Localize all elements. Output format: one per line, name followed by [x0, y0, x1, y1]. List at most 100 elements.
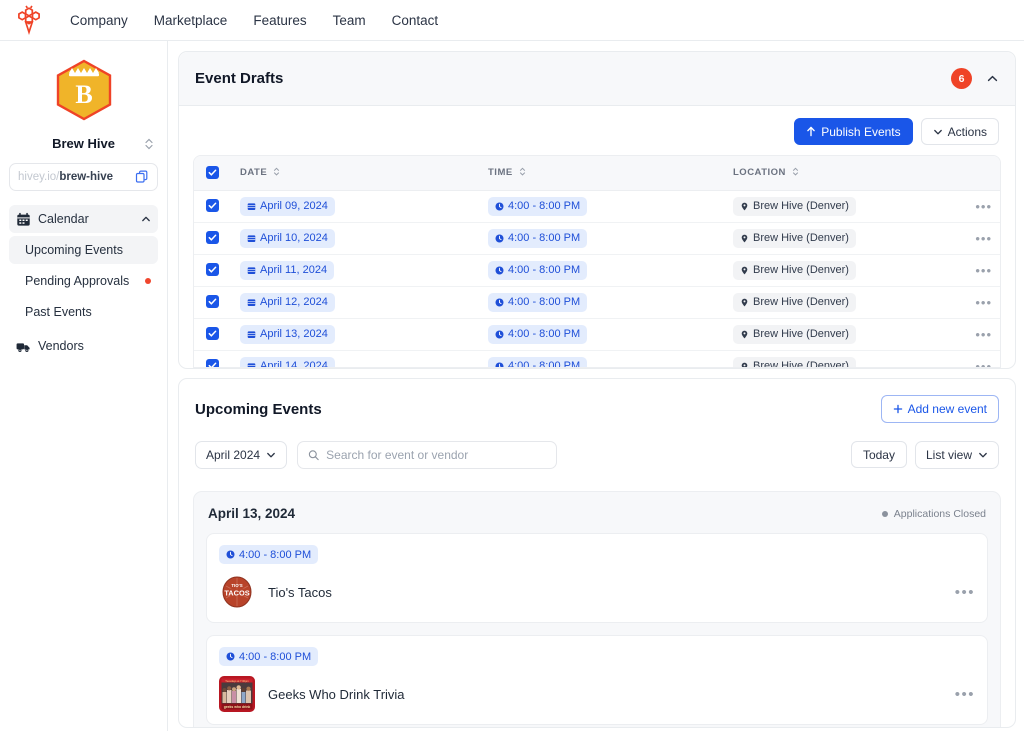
sidebar-item-vendors[interactable]: Vendors	[9, 332, 158, 360]
table-row[interactable]: April 10, 2024 4:00 - 8:00 PM Brew Hive (D…	[194, 222, 1000, 255]
search-icon	[308, 450, 319, 461]
calendar-icon	[247, 266, 256, 274]
nav-link-marketplace[interactable]: Marketplace	[154, 13, 228, 28]
table-row[interactable]: April 14, 2024 4:00 - 8:00 PM Brew Hive (D…	[194, 350, 1000, 367]
row-checkbox[interactable]	[206, 199, 219, 212]
column-header-time-label: TIME	[488, 167, 513, 179]
org-url-field[interactable]: hivey.io/ brew-hive	[9, 163, 158, 191]
sidebar: B Brew Hive hivey.io/ brew-hive Calendar…	[0, 41, 168, 731]
row-checkbox[interactable]	[206, 263, 219, 276]
date-chip[interactable]: April 09, 2024	[240, 196, 335, 216]
row-date-cell: April 14, 2024	[232, 350, 480, 367]
column-header-time[interactable]: TIME	[480, 156, 725, 191]
publish-events-button[interactable]: Publish Events	[794, 118, 913, 145]
row-checkbox[interactable]	[206, 359, 219, 367]
search-input[interactable]	[326, 448, 547, 462]
row-menu-button[interactable]: •••	[956, 350, 1000, 367]
row-menu-button[interactable]: •••	[956, 318, 1000, 351]
table-row[interactable]: April 09, 2024 4:00 - 8:00 PM Brew Hive (D…	[194, 190, 1000, 223]
location-chip[interactable]: Brew Hive (Denver)	[733, 356, 856, 367]
upload-arrow-icon	[807, 126, 816, 137]
column-header-date[interactable]: DATE	[232, 156, 480, 191]
clock-icon	[226, 652, 235, 661]
today-button[interactable]: Today	[850, 441, 907, 468]
day-group-header: April 13, 2024 Applications Closed	[194, 492, 1000, 521]
date-chip[interactable]: April 12, 2024	[240, 292, 335, 312]
actions-button[interactable]: Actions	[920, 118, 999, 145]
location-chip[interactable]: Brew Hive (Denver)	[733, 292, 856, 312]
sidebar-item-upcoming-events[interactable]: Upcoming Events	[9, 236, 158, 264]
svg-text:B: B	[75, 80, 92, 109]
chevron-up-icon[interactable]	[141, 214, 151, 224]
location-chip[interactable]: Brew Hive (Denver)	[733, 196, 856, 216]
column-header-location[interactable]: LOCATION	[725, 156, 956, 191]
location-chip[interactable]: Brew Hive (Denver)	[733, 324, 856, 344]
date-chip[interactable]: April 11, 2024	[240, 260, 335, 280]
event-drafts-title: Event Drafts	[195, 70, 284, 87]
date-chip[interactable]: April 10, 2024	[240, 228, 335, 248]
time-chip[interactable]: 4:00 - 8:00 PM	[488, 292, 588, 312]
org-switcher[interactable]: Brew Hive	[9, 136, 158, 151]
table-body: April 09, 2024 4:00 - 8:00 PM Brew Hive (D…	[194, 190, 1000, 367]
row-checkbox-cell	[194, 350, 232, 367]
truck-icon	[16, 342, 30, 352]
event-time-chip: 4:00 - 8:00 PM	[219, 545, 319, 564]
chevron-down-icon	[267, 452, 275, 458]
nav-link-company[interactable]: Company	[70, 13, 128, 28]
event-list-item[interactable]: 4:00 - 8:00 PM Tuesdays at 7:00pm geeks …	[206, 635, 988, 725]
nav-link-contact[interactable]: Contact	[392, 13, 439, 28]
row-menu-button[interactable]: •••	[956, 254, 1000, 287]
row-checkbox[interactable]	[206, 327, 219, 340]
time-chip[interactable]: 4:00 - 8:00 PM	[488, 356, 588, 367]
row-menu-button[interactable]: •••	[956, 286, 1000, 319]
event-name: Tio's Tacos	[268, 584, 332, 600]
map-pin-icon	[741, 202, 748, 210]
event-drafts-table-wrapper[interactable]: DATE TIME LOCATION April 09, 2024 4:00 -…	[193, 155, 1001, 368]
event-main-row: Tuesdays at 7:00pm geeks who drink Geeks…	[219, 676, 975, 712]
sidebar-item-past-events[interactable]: Past Events	[9, 298, 158, 326]
table-row[interactable]: April 11, 2024 4:00 - 8:00 PM Brew Hive (D…	[194, 254, 1000, 287]
time-chip[interactable]: 4:00 - 8:00 PM	[488, 196, 588, 216]
sort-icon	[519, 167, 525, 176]
actions-label: Actions	[947, 124, 987, 139]
view-mode-select[interactable]: List view	[914, 441, 999, 469]
sort-icon	[792, 167, 799, 176]
time-chip-label: 4:00 - 8:00 PM	[508, 296, 581, 308]
sidebar-item-pending-approvals[interactable]: Pending Approvals	[9, 267, 158, 295]
clock-icon	[226, 550, 235, 559]
location-chip[interactable]: Brew Hive (Denver)	[733, 260, 856, 280]
location-chip[interactable]: Brew Hive (Denver)	[733, 228, 856, 248]
nav-link-features[interactable]: Features	[253, 13, 306, 28]
search-container[interactable]	[297, 441, 558, 469]
row-menu-button[interactable]: •••	[956, 222, 1000, 255]
row-checkbox[interactable]	[206, 295, 219, 308]
time-chip[interactable]: 4:00 - 8:00 PM	[488, 260, 588, 280]
add-new-event-button[interactable]: Add new event	[880, 395, 999, 423]
event-row-menu-button[interactable]: •••	[955, 584, 975, 601]
row-checkbox[interactable]	[206, 231, 219, 244]
table-row[interactable]: April 12, 2024 4:00 - 8:00 PM Brew Hive (D…	[194, 286, 1000, 319]
month-select[interactable]: April 2024	[195, 441, 288, 469]
date-chip[interactable]: April 14, 2024	[240, 356, 335, 367]
row-menu-button[interactable]: •••	[956, 190, 1000, 223]
nav-link-team[interactable]: Team	[333, 13, 366, 28]
event-main-row: TIO'S TACOS Tio's Tacos •••	[219, 574, 975, 610]
date-chip-label: April 11, 2024	[260, 264, 328, 276]
table-row[interactable]: April 13, 2024 4:00 - 8:00 PM Brew Hive (D…	[194, 318, 1000, 351]
event-list-item[interactable]: 4:00 - 8:00 PM TIO'S TACOS Tio's Tacos •…	[206, 533, 988, 623]
column-header-location-label: LOCATION	[733, 167, 786, 179]
event-drafts-table: DATE TIME LOCATION April 09, 2024 4:00 -…	[194, 156, 1000, 367]
time-chip[interactable]: 4:00 - 8:00 PM	[488, 228, 588, 248]
copy-icon[interactable]	[135, 170, 149, 184]
collapse-chevron-up-icon[interactable]	[986, 72, 999, 85]
sidebar-item-calendar[interactable]: Calendar	[9, 205, 158, 233]
event-row-menu-button[interactable]: •••	[955, 686, 975, 703]
row-checkbox-cell	[194, 318, 232, 351]
date-chip-label: April 12, 2024	[260, 296, 328, 308]
location-chip-label: Brew Hive (Denver)	[753, 296, 849, 308]
select-all-checkbox[interactable]	[206, 165, 219, 179]
date-chip[interactable]: April 13, 2024	[240, 324, 335, 344]
time-chip[interactable]: 4:00 - 8:00 PM	[488, 324, 588, 344]
calendar-icon	[247, 363, 256, 367]
bee-logo-icon[interactable]	[12, 5, 46, 35]
